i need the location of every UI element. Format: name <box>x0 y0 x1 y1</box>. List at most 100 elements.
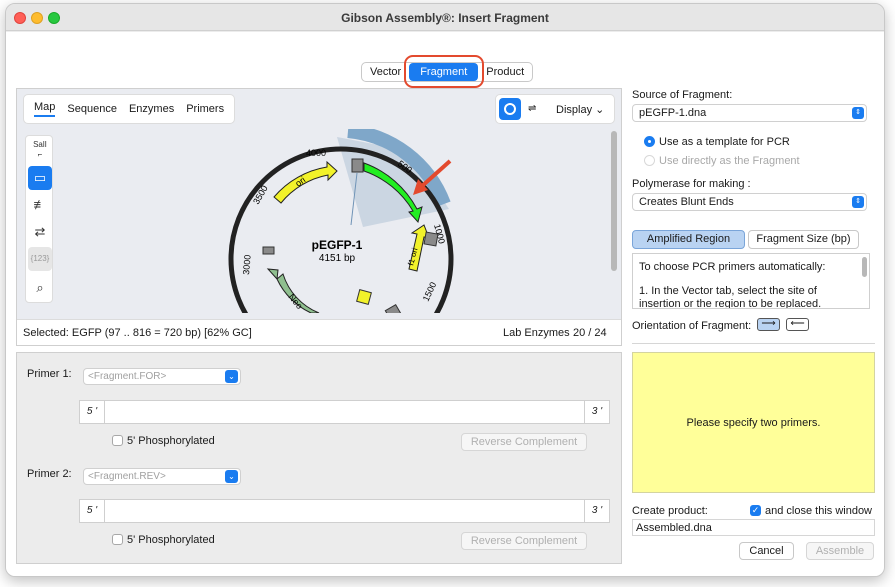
plasmid-size: 4151 bp <box>319 253 356 264</box>
message-area: Please specify two primers. <box>632 352 875 493</box>
chevron-down-icon: ⌄ <box>225 370 238 383</box>
instructions-box: To choose PCR primers automatically: 1. … <box>632 253 870 309</box>
map-scrollbar[interactable] <box>611 131 617 271</box>
highlight-ring <box>404 55 484 88</box>
primer1-placeholder: <Fragment.FOR> <box>88 371 167 382</box>
enzyme-site-icon[interactable]: SalI ⌐ <box>28 138 52 162</box>
divider <box>632 343 875 344</box>
create-product-label: Create product: <box>632 505 708 517</box>
primer2-phosphorylated-checkbox[interactable] <box>112 534 123 545</box>
use-directly-radio[interactable] <box>644 155 655 166</box>
primer1-phosphorylated-label: 5' Phosphorylated <box>127 435 215 447</box>
tab-vector[interactable]: Vector <box>362 63 409 81</box>
polymerase-value: Creates Blunt Ends <box>639 196 734 208</box>
window-title: Gibson Assembly®: Insert Fragment <box>341 11 549 25</box>
feature-tool-icon[interactable]: ▭ <box>28 166 52 190</box>
tab-enzymes[interactable]: Enzymes <box>129 103 174 115</box>
primer2-placeholder: <Fragment.REV> <box>88 471 166 482</box>
title-bar: Gibson Assembly®: Insert Fragment <box>6 4 884 31</box>
assemble-button[interactable]: Assemble <box>806 542 874 560</box>
dialog-content: Vector Fragment Product Map Sequence Enz… <box>6 32 884 576</box>
primer1-sequence-field[interactable]: 5 ' 3 ' <box>79 400 610 424</box>
tab-primers[interactable]: Primers <box>186 103 224 115</box>
strand-icon[interactable]: ≢ <box>28 193 52 217</box>
display-menu[interactable]: Display ⌄ <box>556 103 604 116</box>
selection-status: Selected: EGFP (97 .. 816 = 720 bp) [62%… <box>23 327 252 339</box>
plasmid-map[interactable]: 4000 500 1000 1500 3500 3000 ori f1 ori <box>61 129 609 313</box>
chevron-down-icon: ⌄ <box>225 470 238 483</box>
tick-3500: 3500 <box>251 184 270 206</box>
tick-1500: 1500 <box>421 280 439 302</box>
updown-chevron-icon: ⇕ <box>852 107 864 119</box>
close-window-label: and close this window <box>765 505 873 517</box>
tab-product[interactable]: Product <box>478 63 532 81</box>
orientation-label: Orientation of Fragment: <box>632 320 752 332</box>
tab-fragment-size[interactable]: Fragment Size (bp) <box>748 230 859 249</box>
polymerase-select[interactable]: Creates Blunt Ends ⇕ <box>632 193 867 211</box>
instructions-scrollbar[interactable] <box>862 257 867 277</box>
primer1-3prime: 3 ' <box>584 401 609 423</box>
source-value: pEGFP-1.dna <box>639 107 707 119</box>
primer2-5prime: 5 ' <box>80 500 105 522</box>
swap-arrows-icon[interactable]: ⇄ <box>28 220 52 244</box>
close-window-checkbox[interactable]: ✓ <box>750 505 761 516</box>
arrow-right-icon: ⟶ <box>761 318 776 329</box>
numbering-icon[interactable]: {123} <box>28 247 52 271</box>
view-controls: ⇌ Display ⌄ <box>495 94 615 124</box>
magnifier-icon[interactable]: ⌕ <box>28 276 52 300</box>
source-select[interactable]: pEGFP-1.dna ⇕ <box>632 104 867 122</box>
message-text: Please specify two primers. <box>686 417 821 429</box>
linear-view-icon[interactable]: ⇌ <box>528 103 536 114</box>
primer1-reverse-complement-button[interactable]: Reverse Complement <box>461 433 587 451</box>
source-label: Source of Fragment: <box>632 89 733 101</box>
plasmid-name: pEGFP-1 <box>312 238 363 252</box>
primer2-label: Primer 2: <box>27 468 72 480</box>
tool-sall-label: SalI <box>33 140 47 149</box>
feature-box-d[interactable] <box>356 289 372 305</box>
tick-3000: 3000 <box>241 254 253 275</box>
primer2-3prime: 3 ' <box>584 500 609 522</box>
tab-amplified-region[interactable]: Amplified Region <box>632 230 745 249</box>
plasmid-map-graphic: 4000 500 1000 1500 3500 3000 ori f1 ori <box>228 129 454 313</box>
primer1-select[interactable]: <Fragment.FOR> ⌄ <box>83 368 241 385</box>
checkmark-icon: ✓ <box>751 505 760 515</box>
arrow-left-icon: ⟵ <box>790 318 805 329</box>
primers-panel: Primer 1: <Fragment.FOR> ⌄ 5 ' 3 ' 5' Pho… <box>16 352 622 564</box>
circle-icon <box>504 103 516 115</box>
product-name-value: Assembled.dna <box>636 522 712 534</box>
dialog-window: Gibson Assembly®: Insert Fragment Vector… <box>5 3 885 577</box>
template-pcr-radio[interactable] <box>644 136 655 147</box>
feature-box-b[interactable] <box>423 231 439 247</box>
updown-chevron-icon: ⇕ <box>852 196 864 208</box>
primer1-label: Primer 1: <box>27 368 72 380</box>
tick-4000: 4000 <box>306 148 326 158</box>
feature-box-a[interactable] <box>351 158 364 173</box>
circular-view-button[interactable] <box>499 98 521 120</box>
primer1-phosphorylated-checkbox[interactable] <box>112 435 123 446</box>
product-name-field[interactable]: Assembled.dna <box>632 519 875 536</box>
map-view-tabs: Map Sequence Enzymes Primers <box>23 94 236 124</box>
primer1-5prime: 5 ' <box>80 401 105 423</box>
primer2-sequence-field[interactable]: 5 ' 3 ' <box>79 499 610 523</box>
chevron-down-icon: ⌄ <box>595 104 605 116</box>
primer2-reverse-complement-button[interactable]: Reverse Complement <box>461 532 587 550</box>
orientation-reverse-button[interactable]: ⟵ <box>786 318 809 331</box>
feature-box-e[interactable] <box>384 303 402 313</box>
display-label: Display <box>556 104 593 116</box>
map-status-bar: Selected: EGFP (97 .. 816 = 720 bp) [62%… <box>17 319 621 345</box>
tab-map[interactable]: Map <box>34 101 56 117</box>
instructions-line2: 1. In the Vector tab, select the site of… <box>639 285 822 309</box>
use-directly-label: Use directly as the Fragment <box>659 155 800 167</box>
primer2-phosphorylated-label: 5' Phosphorylated <box>127 534 215 546</box>
template-pcr-label: Use as a template for PCR <box>659 136 790 148</box>
instructions-line1: To choose PCR primers automatically: <box>639 261 826 273</box>
orientation-forward-button[interactable]: ⟶ <box>757 318 780 331</box>
map-panel: Map Sequence Enzymes Primers ⇌ Display ⌄… <box>16 88 622 346</box>
enzyme-count: 20 / 24 <box>573 327 607 339</box>
primer2-select[interactable]: <Fragment.REV> ⌄ <box>83 468 241 485</box>
tab-sequence[interactable]: Sequence <box>67 103 117 115</box>
feature-box-c[interactable] <box>262 246 275 255</box>
enzyme-set-label[interactable]: Lab Enzymes <box>503 327 570 339</box>
cancel-button[interactable]: Cancel <box>739 542 794 560</box>
map-toolbar: SalI ⌐ ▭ ≢ ⇄ {123} ⌕ <box>25 135 53 303</box>
